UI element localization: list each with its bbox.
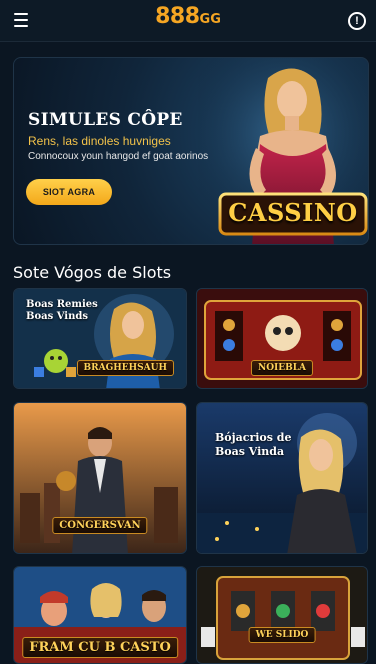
game-card[interactable]: Bójacrios de Boas Vinda	[196, 402, 368, 554]
game-card[interactable]: WE SLIDO	[196, 566, 368, 664]
game-card-label: CONGERSVAN	[52, 517, 148, 534]
game-card-label: BRAGHEHSAUH	[76, 360, 174, 376]
info-icon[interactable]: !	[348, 12, 366, 30]
hero-subtitle: Rens, las dinoles huvniges	[28, 134, 171, 148]
game-card-label: FRAM CU B CASTO	[22, 637, 178, 658]
game-card-image	[197, 403, 367, 553]
game-card-label: NOIEBLA	[250, 360, 314, 376]
game-card[interactable]: Boas Remies Boas Vinds BRAGHEHSAUH	[13, 288, 187, 389]
logo[interactable]: 888GG	[0, 4, 376, 29]
logo-number: 888	[155, 4, 200, 29]
game-card[interactable]: CONGERSVAN	[13, 402, 187, 554]
hero-cta-button[interactable]: SIOT AGRA	[26, 179, 112, 205]
hero-badge: CASSINO	[228, 198, 358, 227]
logo-suffix: GG	[199, 12, 221, 27]
game-card-label: WE SLIDO	[248, 627, 316, 643]
hero-title: SIMULES CÔPE	[28, 110, 183, 130]
section-title: Sote Vógos de Slots	[13, 263, 172, 282]
hero-tagline: Connocoux youn hangod ef goat aorinos	[28, 151, 209, 162]
game-card[interactable]: NOIEBLA	[196, 288, 368, 389]
game-card-text: Bójacrios de Boas Vinda	[215, 431, 292, 458]
game-card-image	[197, 567, 367, 663]
game-card-text: Boas Remies Boas Vinds	[26, 299, 98, 322]
game-card[interactable]: FRAM CU B CASTO	[13, 566, 187, 664]
top-bar: 888GG !	[0, 0, 376, 42]
hero-banner[interactable]: CASSINO SIMULES CÔPE Rens, las dinoles h…	[13, 57, 369, 245]
